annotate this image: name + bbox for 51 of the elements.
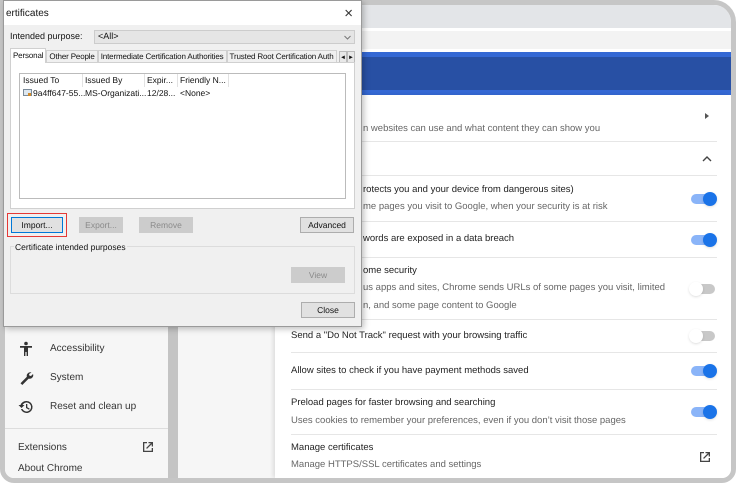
setting-title: Send a "Do Not Track" request with your browsing traffic bbox=[291, 328, 528, 343]
toggle-switch[interactable] bbox=[691, 366, 715, 376]
setting-title: Manage certificates bbox=[291, 440, 374, 455]
toggle-switch[interactable] bbox=[691, 284, 715, 294]
sidebar-item[interactable]: Accessibility bbox=[5, 334, 168, 363]
setting-title: words are exposed in a data breach bbox=[363, 232, 516, 246]
window-title: ertificates bbox=[6, 6, 49, 20]
advanced-button[interactable]: Advanced bbox=[300, 217, 354, 233]
setting-title: Allow sites to check if you have payment methods saved bbox=[291, 364, 530, 378]
toggle-switch[interactable] bbox=[691, 234, 715, 244]
external-link-icon bbox=[699, 450, 711, 462]
setting-description: me pages you visit to Google, when your security is at risk bbox=[363, 200, 608, 214]
column-header[interactable]: Issued By bbox=[83, 74, 145, 87]
toggle-switch[interactable] bbox=[691, 407, 715, 417]
tab[interactable]: Intermediate Certification Authorities bbox=[98, 50, 227, 63]
setting-description: n, and some page content to Google bbox=[363, 298, 518, 313]
purpose-dropdown[interactable]: <All> bbox=[94, 30, 355, 44]
setting-title: Preload pages for faster browsing and searching bbox=[291, 396, 496, 410]
caret-icon bbox=[344, 34, 351, 40]
sidebar-link[interactable]: About Chrome bbox=[5, 459, 168, 477]
dialog-button[interactable]: Import... bbox=[11, 217, 63, 233]
setting-title: ome security bbox=[363, 264, 418, 278]
person-icon bbox=[18, 340, 34, 356]
setting-description: n websites can use and what content they can show you bbox=[363, 122, 602, 136]
certificate-icon bbox=[23, 89, 32, 97]
sidebar-item[interactable]: System bbox=[5, 363, 168, 392]
setting-description: Manage HTTPS/SSL certificates and settings bbox=[291, 458, 482, 472]
column-header[interactable]: Friendly N... bbox=[178, 74, 229, 87]
sidebar-link[interactable]: Extensions bbox=[5, 435, 168, 459]
setting-description: us apps and sites, Chrome sends URLs of some pages you visit, limited bbox=[363, 281, 666, 296]
history-icon bbox=[18, 398, 34, 414]
close-dialog-button[interactable]: Close bbox=[301, 302, 355, 318]
wrench-icon bbox=[18, 370, 34, 386]
table-cell: <None> bbox=[180, 87, 210, 99]
close-button[interactable]: × bbox=[342, 6, 355, 20]
tab[interactable]: Trusted Root Certification Auth bbox=[226, 50, 337, 63]
setting-title: rotects you and your device from dangerous sites) bbox=[363, 182, 575, 197]
group-label: Certificate intended purposes bbox=[14, 241, 127, 254]
arrow-right-icon bbox=[703, 112, 711, 120]
column-header[interactable]: Issued To bbox=[21, 74, 83, 87]
toggle-switch[interactable] bbox=[691, 194, 715, 204]
tab[interactable]: Personal bbox=[10, 48, 46, 63]
table-cell: 12/28... bbox=[147, 87, 176, 99]
tab[interactable]: Other People bbox=[46, 50, 98, 63]
sidebar-item[interactable]: Reset and clean up bbox=[5, 392, 168, 421]
table-cell: MS-Organizati... bbox=[85, 87, 146, 99]
table-cell: 9a4ff647-55... bbox=[33, 87, 86, 99]
column-header[interactable]: Expir... bbox=[145, 74, 178, 87]
setting-description: Uses cookies to remember your preferences, even if you don’t visit those pages bbox=[291, 414, 627, 428]
toggle-switch[interactable] bbox=[691, 331, 715, 341]
field-label: Intended purpose: bbox=[10, 30, 84, 44]
